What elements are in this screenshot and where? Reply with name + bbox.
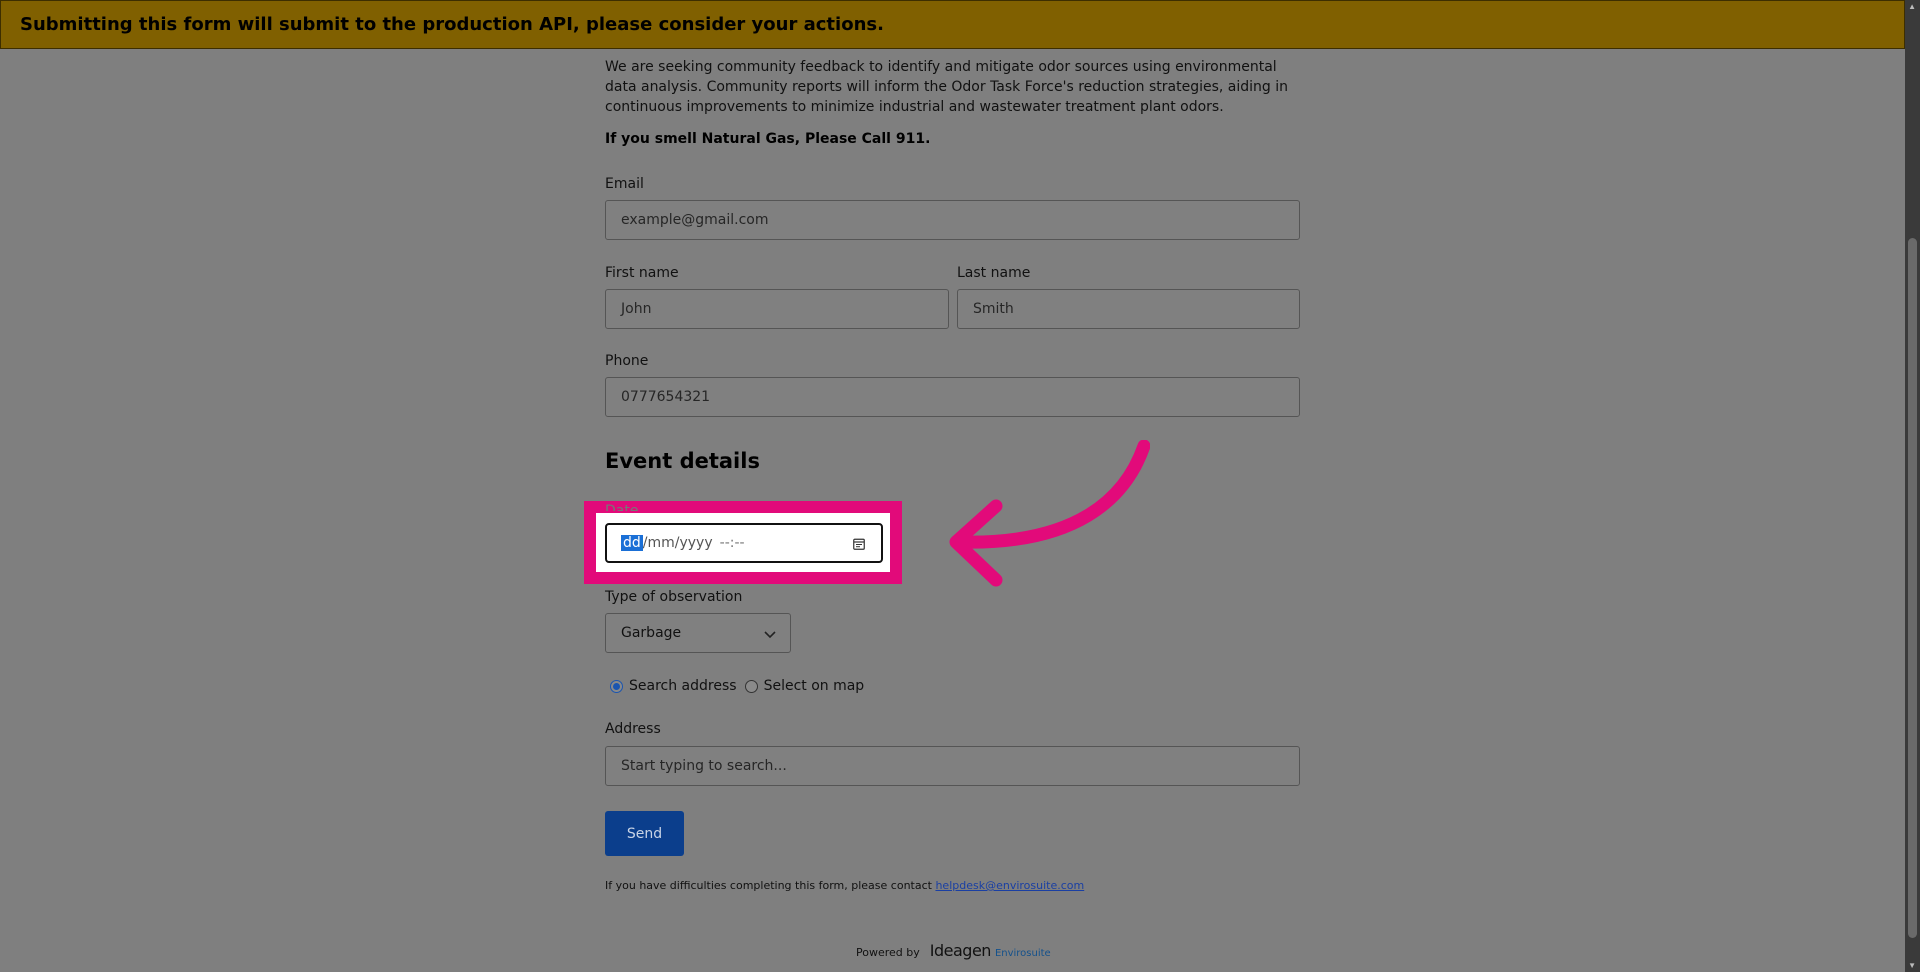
annotation-arrow-icon — [949, 440, 1150, 587]
email-placeholder: example@gmail.com — [621, 212, 769, 228]
address-search-input[interactable]: Start typing to search... — [605, 746, 1300, 786]
address-placeholder: Start typing to search... — [621, 758, 787, 774]
date-time-segment[interactable]: --:-- — [720, 535, 745, 551]
scroll-down-icon[interactable]: ▼ — [1908, 961, 1916, 970]
helpdesk-email-link[interactable]: helpdesk@envirosuite.com — [935, 879, 1084, 892]
page-scrollbar[interactable]: ▲ ▼ — [1905, 0, 1920, 972]
select-on-map-radio[interactable] — [744, 679, 758, 693]
first-name-label: First name — [605, 265, 679, 281]
powered-by-label: Powered by — [856, 946, 920, 959]
date-month-year-segment[interactable]: /mm/yyyy — [643, 535, 713, 551]
phone-field[interactable]: 0777654321 — [605, 377, 1300, 417]
date-time-field[interactable]: dd /mm/yyyy --:-- — [605, 523, 883, 563]
phone-placeholder: 0777654321 — [621, 389, 711, 405]
first-name-field[interactable]: John — [605, 289, 949, 329]
address-label: Address — [605, 721, 661, 737]
help-text: If you have difficulties completing this… — [605, 879, 1084, 892]
first-name-placeholder: John — [621, 301, 652, 317]
search-address-radio[interactable] — [610, 679, 623, 693]
event-details-heading: Event details — [605, 449, 760, 473]
email-label: Email — [605, 176, 644, 192]
observation-type-value: Garbage — [621, 625, 682, 641]
envirosuite-logo: Envirosuite — [994, 948, 1051, 959]
send-button[interactable]: Send — [605, 811, 684, 856]
scroll-up-icon[interactable]: ▲ — [1908, 2, 1916, 11]
select-on-map-label[interactable]: Select on map — [764, 678, 865, 694]
intro-paragraph: We are seeking community feedback to ide… — [605, 59, 1289, 115]
production-warning-banner: Submitting this form will submit to the … — [0, 0, 1905, 49]
date-day-segment[interactable]: dd — [621, 535, 643, 551]
date-label: Date — [605, 503, 639, 511]
calendar-icon[interactable] — [853, 538, 865, 550]
location-mode-group: Search address Select on map — [610, 678, 864, 694]
ideagen-logo: Ideagen — [929, 941, 992, 960]
natural-gas-warning: If you smell Natural Gas, Please Call 91… — [605, 131, 931, 147]
observation-type-label: Type of observation — [605, 589, 743, 605]
scrollbar-thumb[interactable] — [1908, 238, 1917, 938]
search-address-label[interactable]: Search address — [629, 678, 737, 694]
observation-type-select[interactable]: Garbage — [605, 613, 791, 653]
banner-text: Submitting this form will submit to the … — [20, 14, 884, 35]
powered-by: Powered by Ideagen Envirosuite — [856, 941, 1051, 960]
last-name-label: Last name — [957, 265, 1031, 281]
help-message: If you have difficulties completing this… — [605, 879, 936, 892]
last-name-placeholder: Smith — [973, 301, 1014, 317]
chevron-down-icon — [764, 631, 776, 639]
email-field[interactable]: example@gmail.com — [605, 200, 1300, 240]
last-name-field[interactable]: Smith — [957, 289, 1300, 329]
phone-label: Phone — [605, 353, 649, 369]
